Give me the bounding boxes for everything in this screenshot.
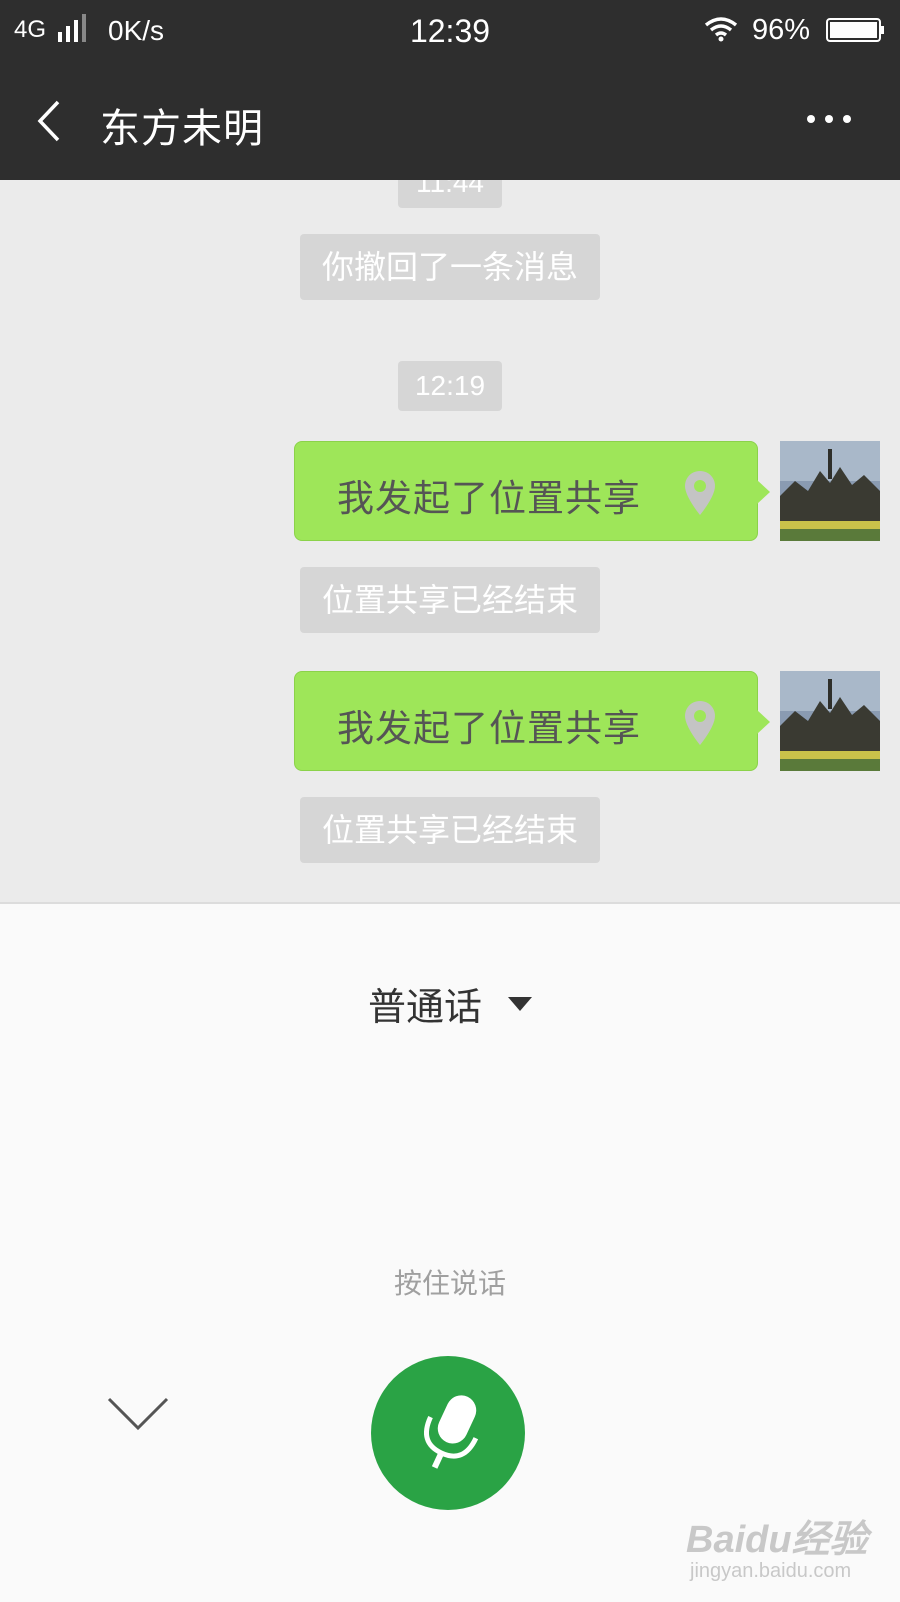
wifi-icon [704,17,738,42]
microphone-icon [424,1395,479,1469]
language-label: 普通话 [367,985,482,1029]
chat-header: 东方未明 [0,60,900,180]
location-pin-icon [685,471,715,515]
caret-down-icon [508,996,533,1011]
system-message: 你撤回了一条消息 [300,234,600,300]
system-message: 位置共享已经结束 [300,797,600,863]
chevron-down-icon[interactable] [106,1396,170,1432]
voice-input-panel: 普通话 按住说话 [0,902,900,1602]
chat-title: 东方未明 [100,106,264,152]
watermark-brand: Baidu经验 [686,1519,868,1561]
bubble-text: 我发起了位置共享 [337,707,641,750]
microphone-button[interactable] [371,1356,525,1510]
battery-percent: 96% [752,14,811,46]
language-selector[interactable]: 普通话 [0,976,900,1031]
more-dots-icon[interactable] [806,112,852,126]
avatar[interactable] [780,441,880,541]
bubble-text: 我发起了位置共享 [337,477,641,520]
statue-photo [780,441,880,541]
avatar[interactable] [780,671,880,771]
battery-icon [826,18,884,42]
hold-to-talk-hint: 按住说话 [393,1267,506,1300]
message-list[interactable]: 11:44 你撤回了一条消息 12:19 我发起了位置共享 位置共享已经结束 我… [0,180,900,902]
watermark-url: jingyan.baidu.com [690,1560,852,1582]
location-share-bubble[interactable]: 我发起了位置共享 [294,441,770,541]
status-bar: 4G 0K/s 12:39 96% [0,0,900,60]
statue-photo [780,671,880,771]
location-share-bubble[interactable]: 我发起了位置共享 [294,671,770,771]
timestamp: 12:19 [398,361,502,411]
baidu-watermark: Baidu经验 jingyan.baidu.com [686,1508,876,1588]
timestamp: 11:44 [398,180,502,208]
system-message: 位置共享已经结束 [300,567,600,633]
chevron-left-icon[interactable] [30,98,70,144]
location-pin-icon [685,701,715,745]
